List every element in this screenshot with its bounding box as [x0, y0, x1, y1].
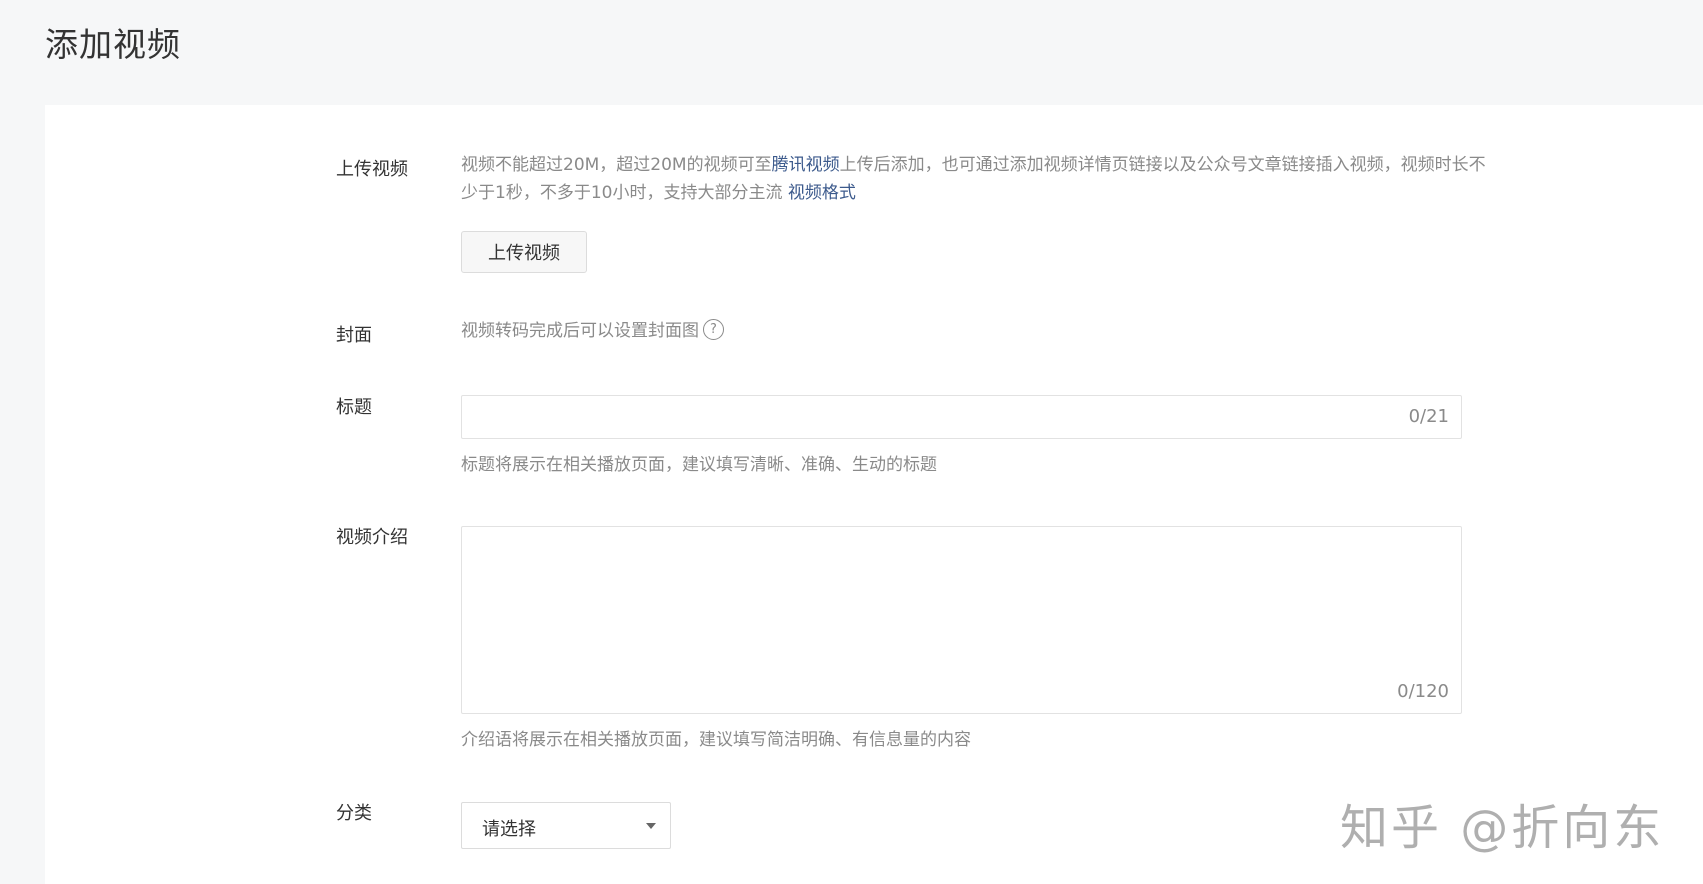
cover-hint: 视频转码完成后可以设置封面图?	[461, 317, 724, 345]
watermark: 知乎 @折向东	[1340, 800, 1665, 856]
title-char-counter: 0/21	[1408, 406, 1449, 427]
upload-description: 视频不能超过20M，超过20M的视频可至腾讯视频上传后添加，也可通过添加视频详情…	[461, 151, 1501, 207]
chevron-down-icon	[646, 823, 656, 829]
form-card: 上传视频 视频不能超过20M，超过20M的视频可至腾讯视频上传后添加，也可通过添…	[45, 105, 1703, 884]
upload-video-button[interactable]: 上传视频	[461, 231, 587, 273]
page-title: 添加视频	[45, 25, 181, 64]
intro-textarea[interactable]	[474, 537, 1448, 681]
video-format-link[interactable]: 视频格式	[788, 183, 856, 203]
title-hint: 标题将展示在相关播放页面，建议填写清晰、准确、生动的标题	[461, 455, 937, 475]
cover-hint-text: 视频转码完成后可以设置封面图	[461, 321, 699, 341]
tencent-video-link[interactable]: 腾讯视频	[772, 155, 840, 175]
intro-label: 视频介绍	[336, 527, 408, 548]
title-input-box: 0/21	[461, 395, 1462, 439]
category-select-value: 请选择	[482, 819, 536, 840]
category-label: 分类	[336, 803, 372, 824]
title-input[interactable]	[474, 405, 1358, 431]
cover-label: 封面	[336, 325, 372, 346]
category-select[interactable]: 请选择	[461, 802, 671, 849]
upload-label: 上传视频	[336, 159, 408, 180]
title-label: 标题	[336, 397, 372, 418]
upload-video-button-label: 上传视频	[488, 243, 560, 264]
intro-hint: 介绍语将展示在相关播放页面，建议填写简洁明确、有信息量的内容	[461, 730, 971, 750]
upload-desc-text-1: 视频不能超过20M，超过20M的视频可至	[461, 155, 772, 175]
help-icon[interactable]: ?	[703, 319, 724, 340]
intro-textarea-box: 0/120	[461, 526, 1462, 714]
intro-char-counter: 0/120	[1397, 681, 1449, 702]
